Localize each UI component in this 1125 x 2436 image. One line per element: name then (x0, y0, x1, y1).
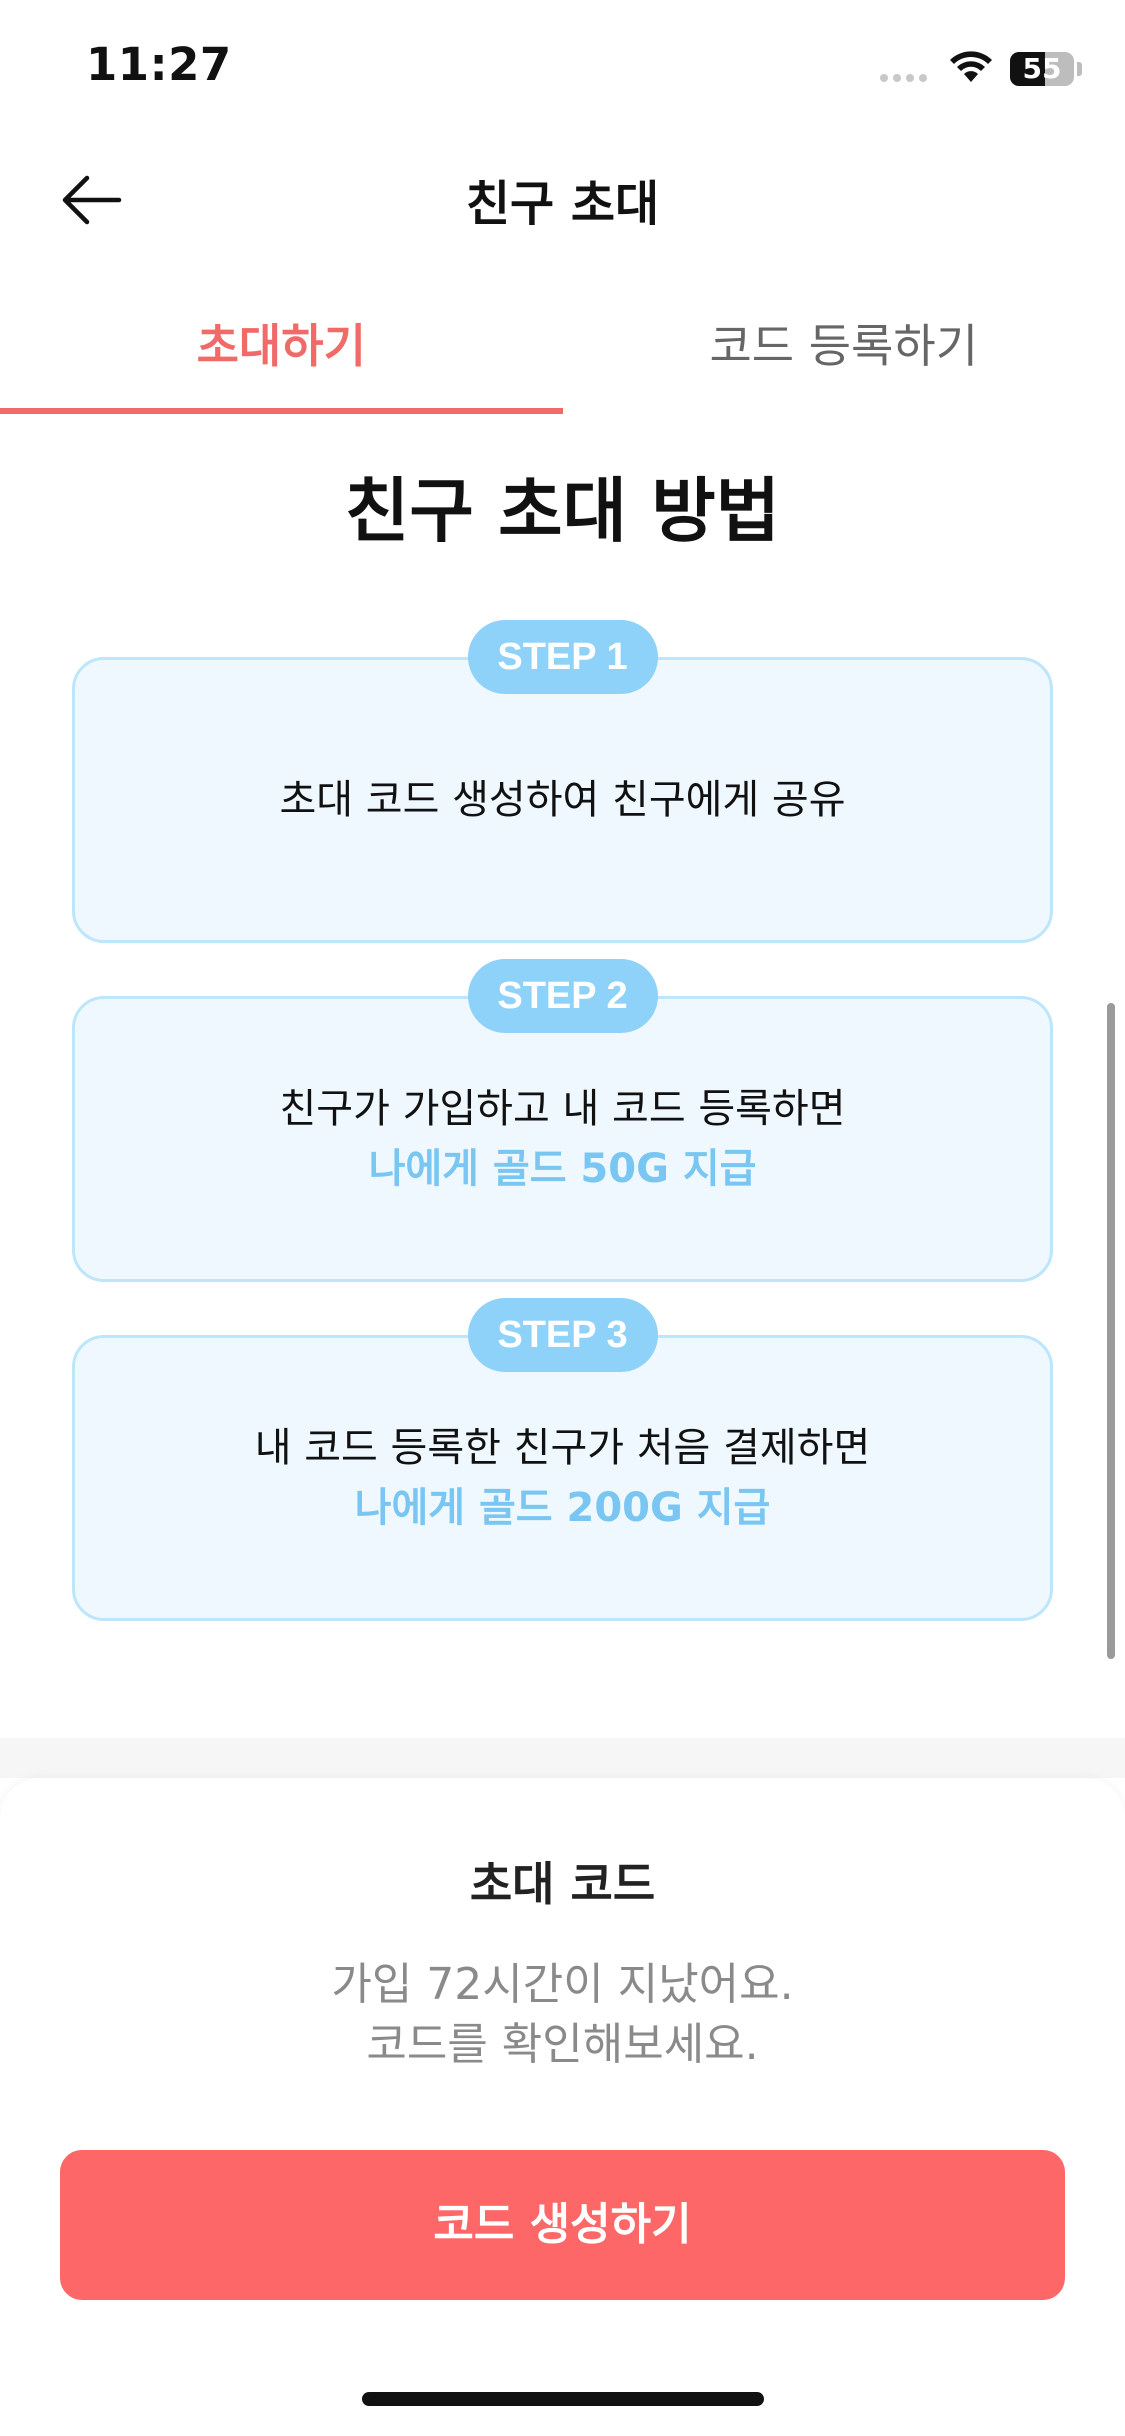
sheet-description-line-1: 가입 72시간이 지났어요. (331, 1959, 794, 2010)
status-bar: 11:27 55 (0, 0, 1125, 136)
section-title: 친구 초대 방법 (344, 470, 781, 552)
friend-invite-screen: 11:27 55 친구 초대 초대하기 코드 등록하기 친구 초대 방법 STE… (0, 0, 1125, 2436)
step-text: 친구가 가입하고 내 코드 등록하면 (279, 1086, 846, 1132)
step-card-2: STEP 2 친구가 가입하고 내 코드 등록하면 나에게 골드 50G 지급 (72, 959, 1053, 1282)
battery-icon: 55 (1010, 52, 1074, 86)
battery-level: 55 (1022, 52, 1062, 85)
home-indicator (362, 2392, 764, 2406)
step-badge: STEP 1 (467, 620, 658, 694)
step-reward: 나에게 골드 200G 지급 (354, 1485, 771, 1531)
step-text: 초대 코드 생성하여 친구에게 공유 (279, 777, 846, 823)
step-text: 내 코드 등록한 친구가 처음 결제하면 (254, 1425, 871, 1471)
step-card-1: STEP 1 초대 코드 생성하여 친구에게 공유 (72, 620, 1053, 943)
generate-code-button[interactable]: 코드 생성하기 (60, 2150, 1065, 2300)
battery-nub (1077, 62, 1082, 76)
tab-bar: 초대하기 코드 등록하기 (0, 290, 1125, 414)
cellular-signal-icon (880, 74, 927, 82)
step-badge: STEP 2 (467, 959, 658, 1033)
tab-invite[interactable]: 초대하기 (0, 290, 563, 414)
section-divider (0, 1738, 1125, 1778)
step-card-3: STEP 3 내 코드 등록한 친구가 처음 결제하면 나에게 골드 200G … (72, 1298, 1053, 1621)
invite-code-sheet: 초대 코드 가입 72시간이 지났어요. 코드를 확인해보세요. 코드 생성하기 (0, 1778, 1125, 2436)
status-time: 11:27 (86, 38, 232, 91)
scrollbar[interactable] (1107, 1003, 1115, 1659)
step-reward: 나에게 골드 50G 지급 (368, 1146, 757, 1192)
sheet-title: 초대 코드 (469, 1857, 656, 1911)
page-title: 친구 초대 (465, 176, 660, 232)
step-badge: STEP 3 (467, 1298, 658, 1372)
tab-register-code[interactable]: 코드 등록하기 (563, 290, 1125, 414)
wifi-icon (950, 51, 992, 82)
nav-header: 친구 초대 (0, 140, 1125, 260)
sheet-description-line-2: 코드를 확인해보세요. (366, 2019, 759, 2070)
